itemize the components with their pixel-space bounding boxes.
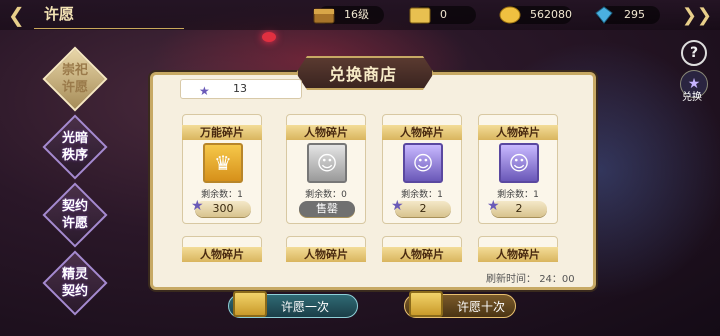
menu-item-spirit-contract[interactable]: 精灵契约 [40, 250, 110, 316]
star-balance: ★ 13 [180, 79, 302, 99]
cards-value: 0 [440, 8, 447, 21]
item-name: 人物碎片 [382, 125, 462, 140]
panel-title: 兑换商店 [328, 65, 397, 84]
wish-once-button[interactable]: 许愿一次 [228, 291, 358, 318]
item-remaining: 剩余数：0 [305, 190, 347, 200]
buy-button[interactable]: ★ 2 [391, 198, 451, 217]
gem-icon [592, 3, 616, 27]
shop-item[interactable]: 人物碎片 [382, 236, 462, 262]
star-exchange-label: 兑换 [682, 92, 702, 103]
level-value: 16级 [344, 8, 369, 21]
shop-item[interactable]: 人物碎片 [286, 236, 366, 262]
level-counter: 16级 [313, 6, 384, 24]
star-icon: ★ [487, 198, 500, 214]
book-icon [409, 291, 443, 317]
shop-item[interactable]: 人物碎片 [478, 236, 558, 262]
creature-eye [262, 32, 276, 42]
menu-label: 崇祀许愿 [61, 63, 88, 95]
top-bar: ❮ 许愿 16级 0 562080 295 ❯❯ [0, 0, 720, 30]
chest-icon [312, 3, 336, 27]
item-name: 人物碎片 [182, 247, 262, 262]
wish-ten-button[interactable]: 许愿十次 [404, 291, 516, 318]
menu-item-light-dark[interactable]: 光暗秩序 [40, 114, 110, 180]
exit-icon[interactable]: ❯❯ [682, 5, 712, 26]
refresh-timer: 刷新时间： 24：00 [486, 270, 575, 285]
item-name: 人物碎片 [286, 247, 366, 262]
star-icon: ★ [191, 198, 204, 214]
refresh-label: 刷新时间： [486, 274, 536, 285]
menu-label: 契约许愿 [61, 199, 88, 231]
shop-item[interactable]: 人物碎片 [182, 236, 262, 262]
gold-value: 562080 [530, 8, 572, 21]
star-icon: ★ [391, 198, 404, 214]
sold-out-badge: 售罄 [299, 201, 355, 217]
wish-once-label: 许愿一次 [281, 300, 330, 314]
price-value: 300 [212, 202, 234, 215]
refresh-time: 24：00 [539, 274, 575, 285]
card-counter: 0 [409, 6, 476, 24]
universal-shard-icon: ♛ [203, 143, 243, 183]
book-icon [408, 3, 432, 27]
buy-button[interactable]: ★ 300 [191, 198, 251, 217]
price-value: 2 [419, 202, 427, 215]
gems-value: 295 [624, 8, 645, 21]
menu-label: 光暗秩序 [61, 131, 88, 163]
page-title: 许愿 [44, 5, 75, 23]
menu-item-wish-1[interactable]: 崇祀许愿 [40, 46, 110, 112]
gold-counter: 562080 [499, 6, 572, 24]
book-icon [233, 291, 267, 317]
help-icon[interactable]: ? [681, 40, 707, 66]
wish-ten-label: 许愿十次 [457, 300, 506, 314]
item-name: 人物碎片 [382, 247, 462, 262]
coin-icon [498, 3, 522, 27]
menu-label: 精灵契约 [61, 267, 88, 299]
character-shard-icon: ☺ [499, 143, 539, 183]
shop-item[interactable]: 人物碎片 ☺ 剩余数：1 ★ 2 [382, 114, 462, 224]
buy-button[interactable]: ★ 2 [487, 198, 547, 217]
shop-item[interactable]: 人物碎片 ☺ 剩余数：0 售罄 [286, 114, 366, 224]
menu-item-contract-wish[interactable]: 契约许愿 [40, 182, 110, 248]
shop-item[interactable]: 人物碎片 ☺ 剩余数：1 ★ 2 [478, 114, 558, 224]
character-shard-icon: ☺ [403, 143, 443, 183]
star-icon: ★ [199, 84, 210, 98]
shop-grid: 万能碎片 ♛ 剩余数：1 ★ 300 人物碎片 ☺ 剩余数：0 售罄 人物碎片 ☺… [160, 102, 580, 262]
item-name: 人物碎片 [478, 125, 558, 140]
price-value: 2 [515, 202, 523, 215]
shop-item[interactable]: 万能碎片 ♛ 剩余数：1 ★ 300 [182, 114, 262, 224]
star-balance-value: 13 [233, 82, 247, 95]
item-name: 万能碎片 [182, 125, 262, 140]
gem-counter: 295 [595, 6, 660, 24]
item-name: 人物碎片 [286, 125, 366, 140]
back-icon[interactable]: ❮ [8, 3, 28, 27]
item-name: 人物碎片 [478, 247, 558, 262]
character-shard-icon: ☺ [307, 143, 347, 183]
